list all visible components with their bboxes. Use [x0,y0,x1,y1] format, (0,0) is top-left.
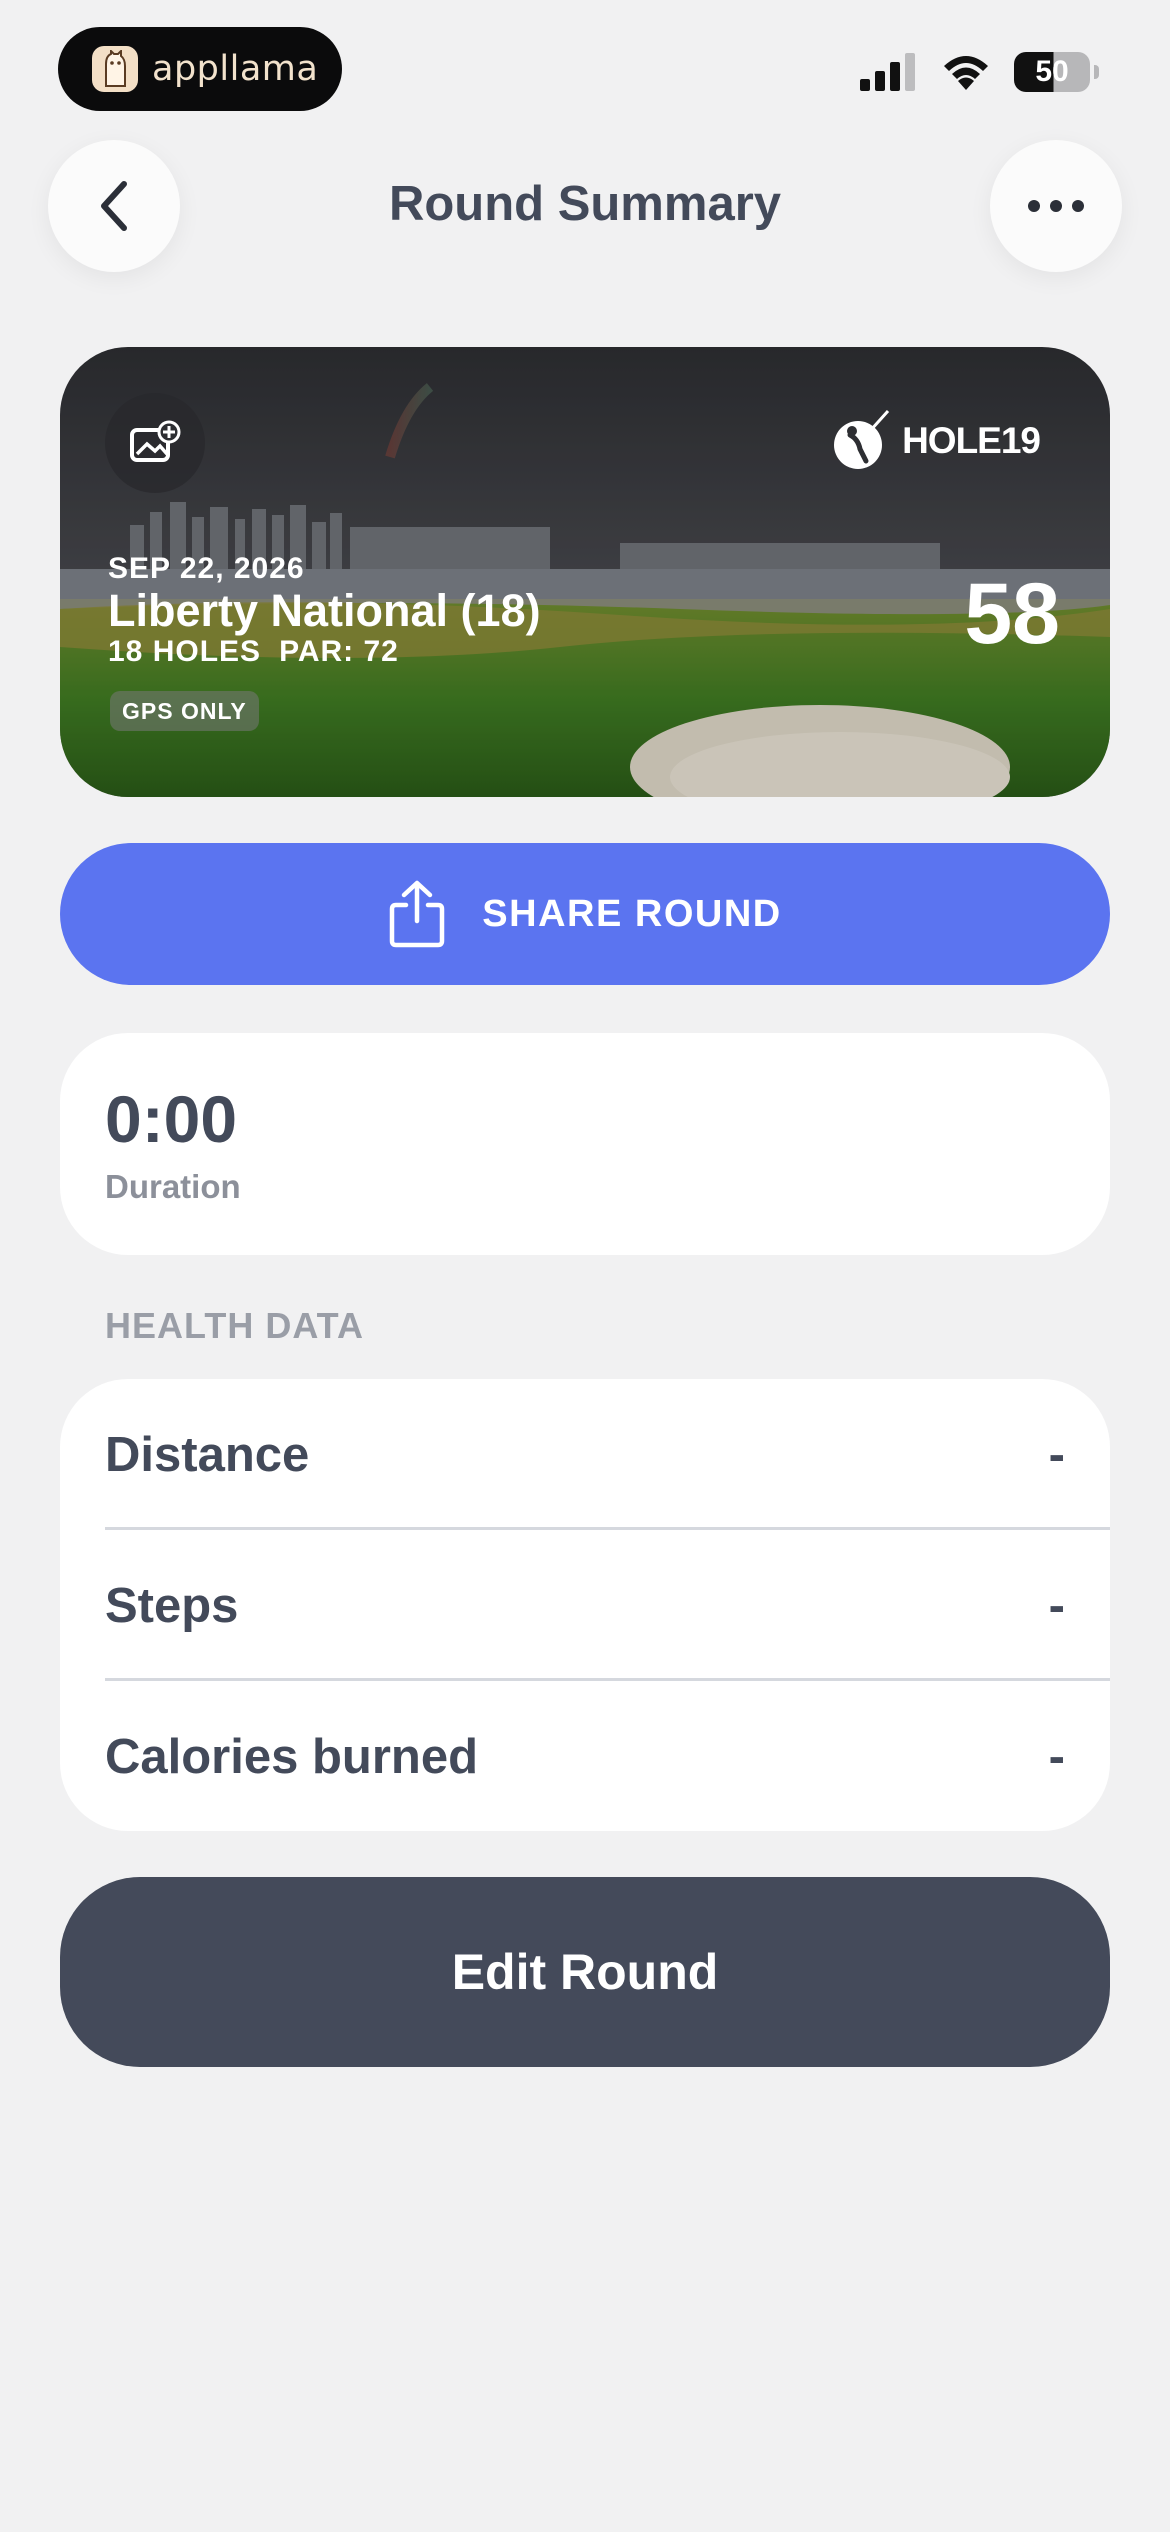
more-options-button[interactable] [990,140,1122,272]
health-row-value: - [1048,1428,1065,1482]
share-round-button[interactable]: SHARE ROUND [60,843,1110,985]
course-par: PAR: 72 [279,635,399,668]
hole19-brand-label: HOLE19 [902,420,1041,461]
hole19-logo: HOLE19 [830,409,1041,473]
health-row-label: Steps [105,1579,239,1633]
health-row-label: Calories burned [105,1730,479,1784]
duration-card: 0:00 Duration [60,1033,1110,1255]
llama-icon [92,46,138,92]
status-bar: appllama 50 [0,0,1170,130]
health-row-value: - [1048,1579,1065,1633]
share-icon [390,880,445,948]
gps-only-badge: GPS ONLY [110,691,259,731]
cellular-signal-icon [860,53,915,91]
duration-label: Duration [105,1168,241,1205]
round-date: SEP 22, 2026 [108,552,305,585]
health-data-card: Distance - Steps - Calories burned - [60,1379,1110,1831]
add-photo-button[interactable] [105,393,205,493]
share-round-label: SHARE ROUND [482,892,782,935]
health-row-steps: Steps - [105,1530,1110,1681]
edit-round-button[interactable]: Edit Round [60,1877,1110,2067]
health-row-calories: Calories burned - [105,1681,1110,1831]
app-badge-label: appllama [152,49,319,89]
add-photo-icon [130,420,181,462]
holes-count: 18 HOLES [108,635,262,668]
wifi-icon [944,56,988,90]
health-row-label: Distance [105,1428,310,1482]
health-data-header: HEALTH DATA [105,1305,364,1346]
duration-value: 0:00 [105,1082,238,1156]
battery-level: 50 [1035,55,1069,88]
battery-icon: 50 [1014,52,1099,92]
app-badge: appllama [58,27,342,111]
course-name: Liberty National (18) [108,585,541,636]
health-row-value: - [1048,1730,1065,1784]
round-score: 58 [964,566,1060,662]
round-details: 18 HOLES PAR: 72 [108,635,399,669]
more-horizontal-icon [1028,200,1084,212]
health-row-distance: Distance - [105,1379,1110,1530]
round-hero-card: HOLE19 SEP 22, 2026 Liberty National (18… [60,347,1110,797]
golfer-logo-icon [834,409,890,469]
status-icons: 50 [860,52,1099,92]
